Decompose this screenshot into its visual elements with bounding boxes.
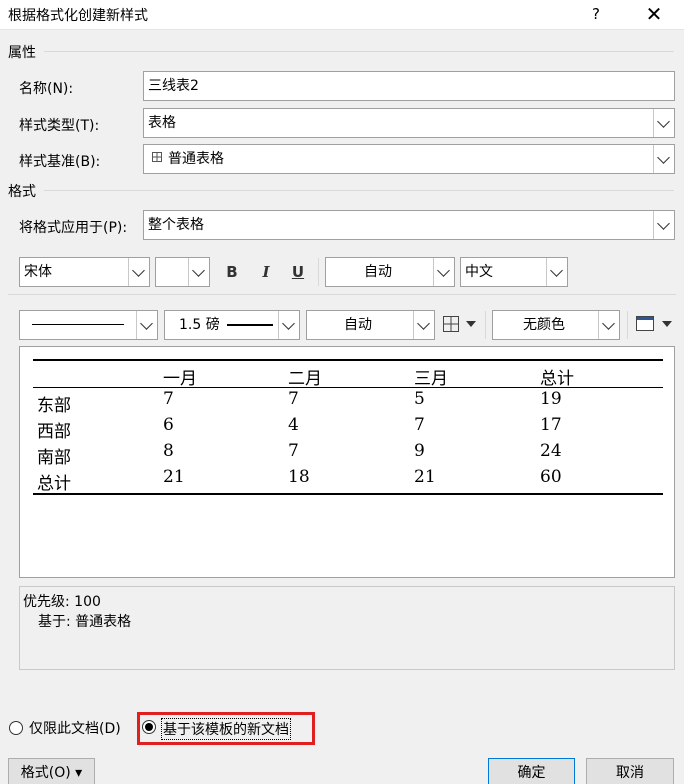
chevron-down-icon[interactable] bbox=[546, 258, 567, 286]
table-cell: 18 bbox=[288, 467, 310, 487]
based-on-text: 基于: 普通表格 bbox=[38, 614, 132, 630]
apply-to-value: 整个表格 bbox=[148, 217, 204, 233]
chevron-down-icon[interactable] bbox=[136, 311, 157, 339]
table-cell: 7 bbox=[163, 389, 174, 409]
window-title: 根据格式化创建新样式 bbox=[8, 8, 148, 24]
chevron-down-icon[interactable] bbox=[653, 211, 674, 239]
style-type-value: 表格 bbox=[148, 115, 176, 131]
title-bar: 根据格式化创建新样式 ? ✕ bbox=[0, 0, 684, 30]
chevron-down-icon[interactable] bbox=[128, 258, 149, 286]
properties-header: 属性 bbox=[8, 45, 36, 61]
table-cell: 19 bbox=[540, 389, 562, 409]
col-header: 一月 bbox=[163, 369, 197, 389]
script-value: 中文 bbox=[465, 264, 493, 280]
chevron-down-icon[interactable] bbox=[653, 145, 674, 173]
table-style-icon[interactable] bbox=[636, 316, 654, 335]
script-select[interactable]: 中文 bbox=[460, 257, 568, 287]
top-rule bbox=[33, 359, 663, 361]
table-cell: 7 bbox=[414, 415, 425, 435]
bottom-rule bbox=[33, 493, 663, 495]
border-color-select[interactable]: 自动 bbox=[306, 310, 435, 340]
chevron-down-icon[interactable] bbox=[598, 311, 619, 339]
help-button[interactable]: ? bbox=[578, 0, 614, 30]
format-menu-button[interactable]: 格式(O) ▾ bbox=[8, 758, 95, 784]
close-button[interactable]: ✕ bbox=[634, 0, 674, 30]
border-color-value: 自动 bbox=[344, 317, 372, 333]
shading-select[interactable]: 无颜色 bbox=[492, 310, 620, 340]
apply-to-select[interactable]: 整个表格 bbox=[143, 210, 675, 240]
col-header: 总计 bbox=[540, 369, 574, 389]
table-cell: 5 bbox=[414, 389, 425, 409]
bold-button[interactable]: B bbox=[220, 258, 244, 286]
shading-value: 无颜色 bbox=[523, 317, 565, 333]
doc-only-radio[interactable] bbox=[9, 721, 23, 735]
name-input[interactable]: 三线表2 bbox=[143, 71, 675, 101]
style-base-select[interactable]: 普通表格 bbox=[143, 144, 675, 174]
table-cell: 24 bbox=[540, 441, 562, 461]
format-header: 格式 bbox=[8, 184, 36, 200]
template-label[interactable]: 基于该模板的新文档 bbox=[161, 718, 291, 740]
table-preview: 一月 二月 三月 总计 东部 7 7 5 19 西部 6 4 7 17 南部 8… bbox=[19, 346, 675, 578]
table-cell: 60 bbox=[540, 467, 562, 487]
ok-button[interactable]: 确定 bbox=[488, 758, 575, 784]
priority-text: 优先级: 100 bbox=[23, 594, 101, 610]
font-value: 宋体 bbox=[24, 264, 52, 280]
font-color-select[interactable]: 自动 bbox=[325, 257, 455, 287]
row-header: 西部 bbox=[37, 422, 71, 442]
line-style-icon bbox=[32, 324, 124, 325]
table-cell: 4 bbox=[288, 415, 299, 435]
table-cell: 6 bbox=[163, 415, 174, 435]
border-style-select[interactable] bbox=[19, 310, 158, 340]
properties-divider bbox=[44, 51, 674, 52]
chevron-down-icon[interactable] bbox=[413, 311, 434, 339]
template-radio[interactable] bbox=[142, 720, 156, 734]
row-header: 东部 bbox=[37, 396, 71, 416]
table-style-dropdown-icon[interactable] bbox=[662, 321, 672, 327]
chevron-down-icon[interactable] bbox=[188, 258, 209, 286]
italic-button[interactable]: I bbox=[254, 258, 278, 286]
name-label: 名称(N): bbox=[19, 81, 74, 97]
font-color-value: 自动 bbox=[364, 264, 392, 280]
row-header: 总计 bbox=[37, 474, 71, 494]
chevron-down-icon[interactable] bbox=[278, 311, 299, 339]
doc-only-label[interactable]: 仅限此文档(D) bbox=[29, 718, 121, 738]
style-description: 优先级: 100 基于: 普通表格 bbox=[19, 586, 675, 670]
chevron-down-icon[interactable] bbox=[433, 258, 454, 286]
style-type-label: 样式类型(T): bbox=[19, 118, 100, 134]
line-width-icon bbox=[227, 324, 273, 326]
chevron-down-icon[interactable] bbox=[653, 109, 674, 137]
style-type-select[interactable]: 表格 bbox=[143, 108, 675, 138]
table-cell: 7 bbox=[288, 389, 299, 409]
underline-button[interactable]: U bbox=[286, 258, 310, 286]
font-size-select[interactable] bbox=[155, 257, 210, 287]
table-cell: 17 bbox=[540, 415, 562, 435]
borders-icon[interactable] bbox=[443, 316, 459, 336]
apply-to-label: 将格式应用于(P): bbox=[19, 220, 128, 236]
table-cell: 8 bbox=[163, 441, 174, 461]
table-cell: 9 bbox=[414, 441, 425, 461]
font-select[interactable]: 宋体 bbox=[19, 257, 150, 287]
col-header: 三月 bbox=[414, 369, 448, 389]
table-cell: 21 bbox=[414, 467, 436, 487]
row-header: 南部 bbox=[37, 448, 71, 468]
style-base-label: 样式基准(B): bbox=[19, 154, 101, 170]
format-divider bbox=[44, 190, 674, 191]
table-cell: 21 bbox=[163, 467, 185, 487]
col-header: 二月 bbox=[288, 369, 322, 389]
border-width-value: 1.5 磅 bbox=[179, 317, 220, 333]
table-icon bbox=[152, 145, 162, 173]
cancel-button[interactable]: 取消 bbox=[586, 758, 674, 784]
borders-dropdown-icon[interactable] bbox=[466, 321, 476, 327]
style-base-value: 普通表格 bbox=[168, 151, 224, 167]
table-cell: 7 bbox=[288, 441, 299, 461]
border-width-select[interactable]: 1.5 磅 bbox=[164, 310, 300, 340]
